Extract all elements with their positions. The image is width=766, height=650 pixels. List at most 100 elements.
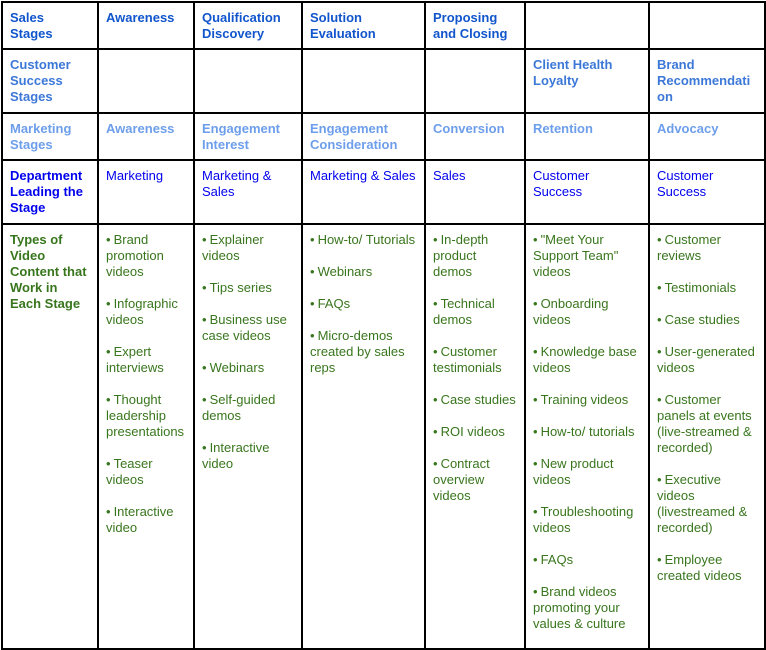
- customer-success-stage-cell: Client Health Loyalty: [524, 48, 650, 114]
- video-type-item: • Teaser videos: [106, 456, 186, 488]
- marketing-stages-row: Marketing Stages Awareness Engagement In…: [1, 112, 766, 161]
- video-type-label: In-depth product demos: [433, 232, 489, 279]
- video-type-label: Employee created videos: [657, 552, 742, 583]
- video-type-item: • In-depth product demos: [433, 232, 517, 280]
- video-type-label: Self-guided demos: [202, 392, 276, 423]
- video-type-item: • Explainer videos: [202, 232, 294, 264]
- department-row: Department Leading the Stage Marketing M…: [1, 159, 766, 225]
- row-header-department-leading: Department Leading the Stage: [1, 159, 99, 225]
- sales-stage-cell: Qualification Discovery: [193, 1, 303, 50]
- bullet-icon: •: [310, 264, 315, 279]
- marketing-stage-cell: Engagement Interest: [193, 112, 303, 161]
- video-type-item: • Troubleshooting videos: [533, 504, 641, 536]
- video-type-label: Customer testimonials: [433, 344, 502, 375]
- video-type-item: • Webinars: [202, 360, 294, 376]
- bullet-icon: •: [433, 344, 438, 359]
- bullet-icon: •: [433, 296, 438, 311]
- marketing-stage-cell: Awareness: [97, 112, 195, 161]
- video-type-label: Executive videos (livestreamed & recorde…: [657, 472, 748, 535]
- video-type-label: "Meet Your Support Team" videos: [533, 232, 619, 279]
- bullet-icon: •: [657, 552, 662, 567]
- video-type-label: How-to/ Tutorials: [317, 232, 416, 247]
- bullet-icon: •: [657, 312, 662, 327]
- video-type-item: • Micro-demos created by sales reps: [310, 328, 417, 376]
- video-type-item: • New product videos: [533, 456, 641, 488]
- video-type-item: • Webinars: [310, 264, 417, 280]
- video-type-label: Troubleshooting videos: [533, 504, 634, 535]
- bullet-icon: •: [533, 504, 538, 519]
- video-type-item: • Expert interviews: [106, 344, 186, 376]
- video-type-label: Case studies: [664, 312, 740, 327]
- video-type-item: • Contract overview videos: [433, 456, 517, 504]
- marketing-stage-cell: Conversion: [424, 112, 526, 161]
- video-type-item: • Executive videos (livestreamed & record…: [657, 472, 757, 536]
- video-type-item: • FAQs: [310, 296, 417, 312]
- customer-success-stage-cell: [97, 48, 195, 114]
- video-type-item: • Business use case videos: [202, 312, 294, 344]
- video-type-item: • Thought leadership presentations: [106, 392, 186, 440]
- video-type-item: • Customer reviews: [657, 232, 757, 264]
- video-type-item: • "Meet Your Support Team" videos: [533, 232, 641, 280]
- video-type-label: Knowledge base videos: [533, 344, 637, 375]
- video-type-item: • Onboarding videos: [533, 296, 641, 328]
- bullet-icon: •: [106, 456, 111, 471]
- bullet-icon: •: [310, 232, 315, 247]
- video-type-label: Explainer videos: [202, 232, 264, 263]
- video-type-item: • Self-guided demos: [202, 392, 294, 424]
- bullet-icon: •: [433, 392, 438, 407]
- bullet-icon: •: [202, 392, 207, 407]
- video-type-label: FAQs: [317, 296, 351, 311]
- bullet-icon: •: [657, 392, 662, 407]
- video-types-cell: • In-depth product demos • Technical demos •…: [424, 223, 526, 650]
- video-types-cell: • Explainer videos • Tips series • Business u…: [193, 223, 303, 650]
- bullet-icon: •: [202, 232, 207, 247]
- video-type-item: • How-to/ Tutorials: [310, 232, 417, 248]
- row-header-sales-stages: Sales Stages: [1, 1, 99, 50]
- bullet-icon: •: [433, 232, 438, 247]
- bullet-icon: •: [533, 456, 538, 471]
- video-type-label: Teaser videos: [106, 456, 153, 487]
- bullet-icon: •: [657, 472, 662, 487]
- video-types-cell: • Brand promotion videos • Infographic vide…: [97, 223, 195, 650]
- bullet-icon: •: [106, 504, 111, 519]
- bullet-icon: •: [533, 232, 538, 247]
- row-header-customer-success-stages: Customer Success Stages: [1, 48, 99, 114]
- video-type-label: Micro-demos created by sales reps: [310, 328, 405, 375]
- bullet-icon: •: [310, 328, 315, 343]
- video-type-label: Training videos: [540, 392, 629, 407]
- bullet-icon: •: [106, 232, 111, 247]
- video-type-item: • ROI videos: [433, 424, 517, 440]
- video-type-item: • Interactive video: [202, 440, 294, 472]
- video-types-cell: • "Meet Your Support Team" videos • Onboard…: [524, 223, 650, 650]
- video-type-item: • Tips series: [202, 280, 294, 296]
- video-type-label: Thought leadership presentations: [106, 392, 185, 439]
- video-type-label: Case studies: [440, 392, 516, 407]
- customer-success-stage-cell: [193, 48, 303, 114]
- video-type-label: Brand videos promoting your values & cul…: [533, 584, 626, 631]
- bullet-icon: •: [433, 424, 438, 439]
- video-type-item: • Customer testimonials: [433, 344, 517, 376]
- video-type-label: Testimonials: [664, 280, 737, 295]
- customer-success-stage-cell: Brand Recommendati on: [648, 48, 766, 114]
- marketing-stage-cell: Advocacy: [648, 112, 766, 161]
- bullet-icon: •: [533, 344, 538, 359]
- bullet-icon: •: [433, 456, 438, 471]
- video-types-cell: • How-to/ Tutorials • Webinars • FAQs • Micro-d…: [301, 223, 426, 650]
- bullet-icon: •: [106, 344, 111, 359]
- video-types-row: Types of Video Content that Work in Each…: [1, 223, 766, 650]
- sales-stage-cell: Awareness: [97, 1, 195, 50]
- bullet-icon: •: [106, 296, 111, 311]
- video-type-label: How-to/ tutorials: [540, 424, 635, 439]
- bullet-icon: •: [533, 584, 538, 599]
- bullet-icon: •: [310, 296, 315, 311]
- video-type-label: FAQs: [540, 552, 574, 567]
- marketing-stage-cell: Retention: [524, 112, 650, 161]
- video-type-item: • Knowledge base videos: [533, 344, 641, 376]
- bullet-icon: •: [202, 440, 207, 455]
- bullet-icon: •: [202, 280, 207, 295]
- bullet-icon: •: [106, 392, 111, 407]
- video-type-item: • Interactive video: [106, 504, 186, 536]
- bullet-icon: •: [533, 392, 538, 407]
- video-type-label: Interactive video: [202, 440, 270, 471]
- video-type-label: Tips series: [209, 280, 272, 295]
